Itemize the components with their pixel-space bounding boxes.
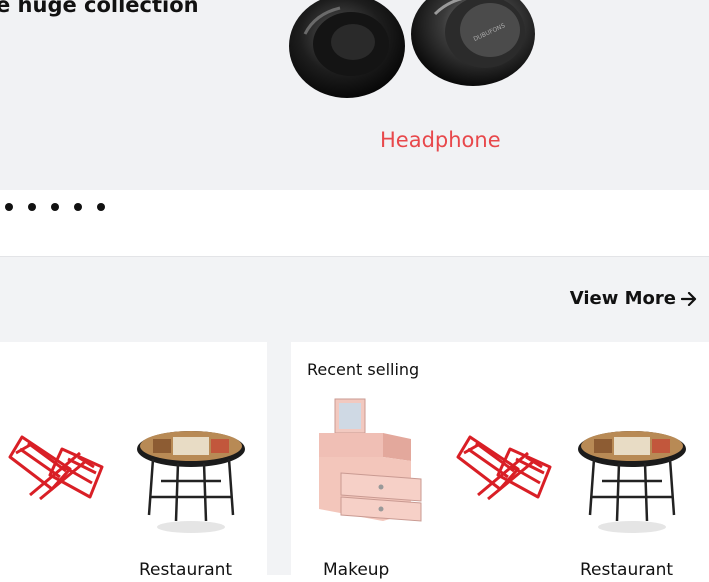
product-name: Restaurant <box>580 560 674 580</box>
headphone-image[interactable]: DUBUFONS <box>285 0 545 106</box>
round-table-icon <box>137 431 245 533</box>
round-table-icon <box>578 431 686 533</box>
carousel-dots <box>5 203 105 211</box>
red-book-stand-icon <box>8 435 104 501</box>
view-more-link[interactable]: View More <box>570 288 697 309</box>
hero-product-label[interactable]: Headphone <box>380 128 501 152</box>
hero-tagline: e huge collection <box>0 0 199 17</box>
carousel-dot-5[interactable] <box>97 203 105 211</box>
product-item[interactable] <box>0 397 120 537</box>
product-card-left: Restaurant <box>0 342 267 582</box>
product-item[interactable]: Restaurant <box>574 397 704 580</box>
carousel-dot-2[interactable] <box>28 203 36 211</box>
card-title: Recent selling <box>307 360 420 379</box>
product-item[interactable] <box>438 397 568 537</box>
product-card-recent-selling: Recent selling Makeup Restaurant <box>291 342 709 582</box>
view-more-label: View More <box>569 288 676 309</box>
carousel-dot-3[interactable] <box>51 203 59 211</box>
arrow-right-icon <box>681 291 697 306</box>
carousel-dot-4[interactable] <box>74 203 82 211</box>
carousel-dot-1[interactable] <box>5 203 13 211</box>
product-name: Restaurant <box>139 560 233 580</box>
product-item[interactable]: Restaurant <box>133 397 263 580</box>
makeup-organizer-icon <box>319 398 422 522</box>
red-book-stand-icon <box>456 435 552 501</box>
hero-banner[interactable]: e huge collection DUBUFONS Headphone <box>0 0 709 190</box>
product-name: Makeup <box>323 560 390 580</box>
product-item[interactable]: Makeup <box>311 397 441 580</box>
